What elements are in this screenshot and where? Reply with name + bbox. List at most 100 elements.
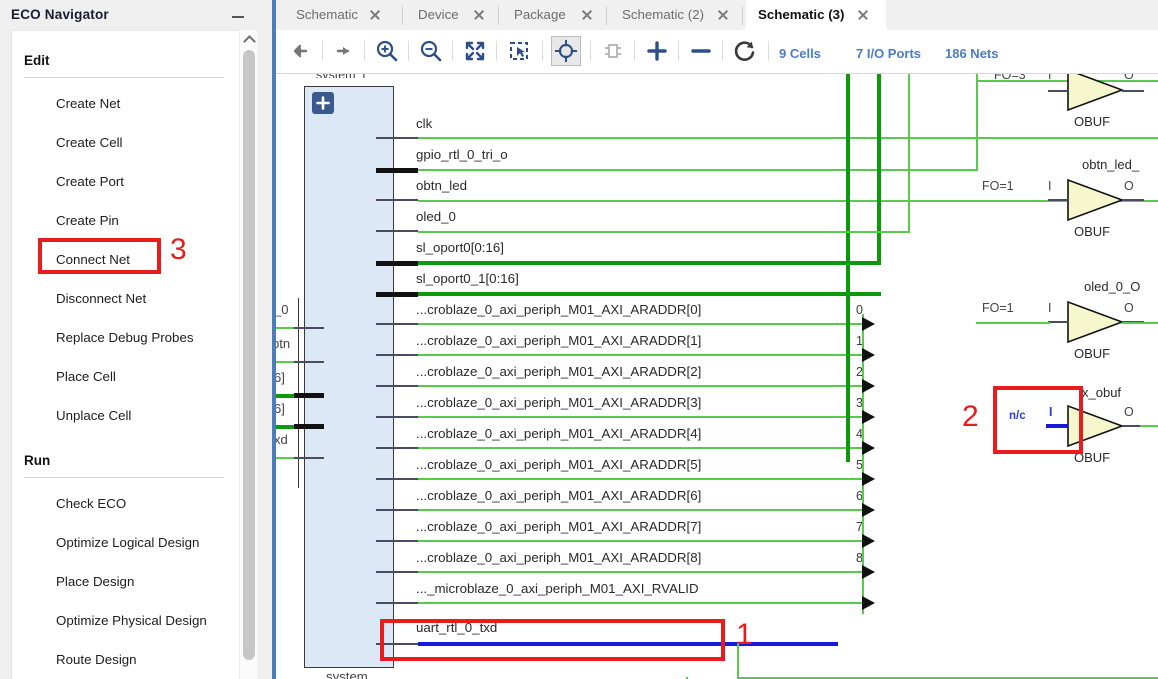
zoom-fit-icon[interactable]: [460, 36, 490, 66]
close-icon[interactable]: [580, 8, 594, 22]
tab-schematic[interactable]: Schematic: [284, 0, 388, 30]
sidebar-item-optimize-physical-design[interactable]: Optimize Physical Design: [12, 609, 239, 635]
net-wire-araddr-3[interactable]: [418, 416, 862, 418]
clipped-pin-label-4: xd: [276, 432, 288, 447]
buffer-symbol-1[interactable]: [1066, 178, 1126, 222]
sidebar-item-disconnect-net[interactable]: Disconnect Net: [12, 287, 239, 313]
pin-label-rvalid[interactable]: ..._microblaze_0_axi_periph_M01_AXI_RVAL…: [416, 581, 699, 596]
forward-arrow-icon[interactable]: [328, 36, 358, 66]
stat-nets[interactable]: 186 Nets: [945, 46, 998, 61]
net-wire-obtn-led[interactable]: [418, 200, 1158, 202]
buffer-in-pin-1: I: [1048, 179, 1052, 193]
bus-ripper-arrow: [862, 410, 875, 424]
pin-label-clk[interactable]: clk: [416, 116, 432, 131]
toolbar-divider: [590, 41, 591, 61]
pin-label-sl-oport0[interactable]: sl_oport0[0:16]: [416, 240, 504, 255]
close-icon[interactable]: [716, 8, 730, 22]
net-trunk-3: [908, 74, 910, 232]
block-bottom-label: system: [326, 669, 368, 679]
tab-package[interactable]: Package: [502, 0, 604, 30]
close-icon[interactable]: [368, 8, 382, 22]
bus-ripper-arrow: [862, 565, 875, 579]
bus-trunk-2: [877, 74, 881, 264]
net-wire-araddr-6[interactable]: [418, 509, 862, 511]
scroll-up-arrow-icon[interactable]: [240, 30, 258, 47]
expand-plus-icon[interactable]: [312, 92, 334, 114]
pin-label-araddr-4[interactable]: ...croblaze_0_axi_periph_M01_AXI_ARADDR[…: [416, 426, 701, 441]
sidebar-item-unplace-cell[interactable]: Unplace Cell: [12, 404, 239, 430]
tab-schematic-3[interactable]: Schematic (3): [746, 0, 886, 30]
pin-label-sl-oport0-1[interactable]: sl_oport0_1[0:16]: [416, 271, 519, 286]
pin-label-araddr-7[interactable]: ...croblaze_0_axi_periph_M01_AXI_ARADDR[…: [416, 519, 701, 534]
pin-label-araddr-0[interactable]: ...croblaze_0_axi_periph_M01_AXI_ARADDR[…: [416, 302, 701, 317]
net-bus-sl-oport0[interactable]: [418, 261, 881, 265]
zoom-out-icon[interactable]: [416, 36, 446, 66]
net-wire-araddr-1[interactable]: [418, 354, 862, 356]
regenerate-icon[interactable]: [730, 36, 760, 66]
net-wire-rvalid[interactable]: [418, 602, 862, 604]
pin-label-araddr-3[interactable]: ...croblaze_0_axi_periph_M01_AXI_ARADDR[…: [416, 395, 701, 410]
pin-label-araddr-2[interactable]: ...croblaze_0_axi_periph_M01_AXI_ARADDR[…: [416, 364, 701, 379]
sidebar-item-place-cell[interactable]: Place Cell: [12, 365, 239, 391]
net-wire-araddr-0[interactable]: [418, 323, 862, 325]
sidebar-item-optimize-logical-design[interactable]: Optimize Logical Design: [12, 531, 239, 557]
pin-label-araddr-8[interactable]: ...croblaze_0_axi_periph_M01_AXI_ARADDR[…: [416, 550, 701, 565]
scrollbar-thumb[interactable]: [243, 50, 255, 660]
pin-label-oled-0[interactable]: oled_0: [416, 209, 456, 224]
sidebar-scrollbar[interactable]: [239, 30, 258, 679]
buffer-symbol-0[interactable]: [1066, 74, 1126, 112]
tab-device[interactable]: Device: [406, 0, 496, 30]
toolbar-divider: [542, 41, 543, 61]
left-wire: [276, 361, 294, 363]
sidebar-item-replace-debug-probes[interactable]: Replace Debug Probes: [12, 326, 239, 352]
net-wire-araddr-5[interactable]: [418, 478, 862, 480]
sidebar-item-place-design[interactable]: Place Design: [12, 570, 239, 596]
tab-schematic-2[interactable]: Schematic (2): [610, 0, 740, 30]
expand-plus-icon[interactable]: [642, 36, 672, 66]
pin-label-obtn-led[interactable]: obtn_led: [416, 178, 467, 193]
close-icon[interactable]: [856, 8, 870, 22]
tab-label: Schematic (2): [622, 7, 705, 22]
net-wire-araddr-2[interactable]: [418, 385, 862, 387]
left-bus: [276, 394, 294, 398]
system-block[interactable]: [304, 86, 394, 668]
chip-icon[interactable]: [598, 36, 628, 66]
annotation-number-1: 1: [736, 618, 753, 651]
tab-divider: [742, 6, 743, 25]
tab-divider: [498, 6, 499, 25]
sidebar-item-create-net[interactable]: Create Net: [12, 92, 239, 118]
net-wire-araddr-7[interactable]: [418, 540, 862, 542]
stat-cells[interactable]: 9 Cells: [779, 46, 821, 61]
sidebar-item-create-port[interactable]: Create Port: [12, 170, 239, 196]
stat-io-ports[interactable]: 7 I/O Ports: [856, 46, 921, 61]
schematic-canvas[interactable]: system_i system _0 btn 6] 6] xd clk: [276, 74, 1158, 679]
sidebar-item-route-design[interactable]: Route Design: [12, 648, 239, 674]
buffer-symbol-2[interactable]: [1066, 300, 1126, 344]
annotation-box-2: [993, 386, 1083, 454]
collapse-minus-icon[interactable]: [686, 36, 716, 66]
net-wire-clk[interactable]: [418, 137, 1158, 139]
buffer-type-1: OBUF: [1074, 224, 1111, 239]
sidebar-item-create-cell[interactable]: Create Cell: [12, 131, 239, 157]
pin-label-araddr-5[interactable]: ...croblaze_0_axi_periph_M01_AXI_ARADDR[…: [416, 457, 701, 472]
pin-label-gpio-rtl-0-tri-o[interactable]: gpio_rtl_0_tri_o: [416, 147, 508, 162]
net-wire-araddr-4[interactable]: [418, 447, 862, 449]
buffer-in-stub-2: [1048, 321, 1068, 323]
pin-label-araddr-6[interactable]: ...croblaze_0_axi_periph_M01_AXI_ARADDR[…: [416, 488, 701, 503]
buffer-out-stub-1: [1122, 199, 1144, 201]
zoom-in-icon[interactable]: [372, 36, 402, 66]
net-wire-araddr-8[interactable]: [418, 571, 862, 573]
back-arrow-icon[interactable]: [286, 36, 316, 66]
sidebar-item-create-pin[interactable]: Create Pin: [12, 209, 239, 235]
zoom-area-icon[interactable]: [504, 36, 534, 66]
tab-divider: [606, 6, 607, 25]
toolbar-divider: [722, 41, 723, 61]
group-title-edit: Edit: [24, 53, 50, 68]
pin-label-araddr-1[interactable]: ...croblaze_0_axi_periph_M01_AXI_ARADDR[…: [416, 333, 701, 348]
minimize-icon[interactable]: [230, 8, 246, 22]
toolbar-divider: [678, 41, 679, 61]
close-icon[interactable]: [472, 8, 486, 22]
sidebar-item-check-eco[interactable]: Check ECO: [12, 492, 239, 518]
net-wire-gpio[interactable]: [418, 169, 978, 171]
autofit-selection-icon[interactable]: [551, 36, 581, 66]
